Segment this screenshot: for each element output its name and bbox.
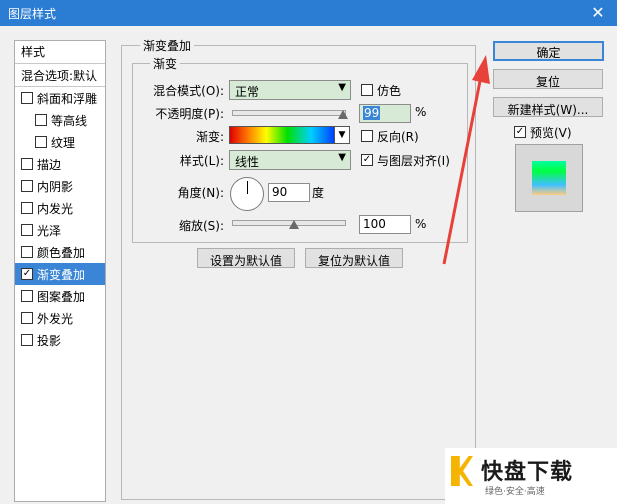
arrow-shaft (442, 75, 483, 265)
watermark-sub-text: 绿色·安全·高速 (485, 487, 545, 497)
watermark-main-text: 快盘下载 (481, 460, 574, 485)
watermark: 快盘下载 绿色·安全·高速 (445, 448, 617, 504)
red-arrow-annotation (442, 55, 490, 265)
watermark-logo-icon (451, 456, 473, 486)
arrow-head (472, 55, 490, 84)
